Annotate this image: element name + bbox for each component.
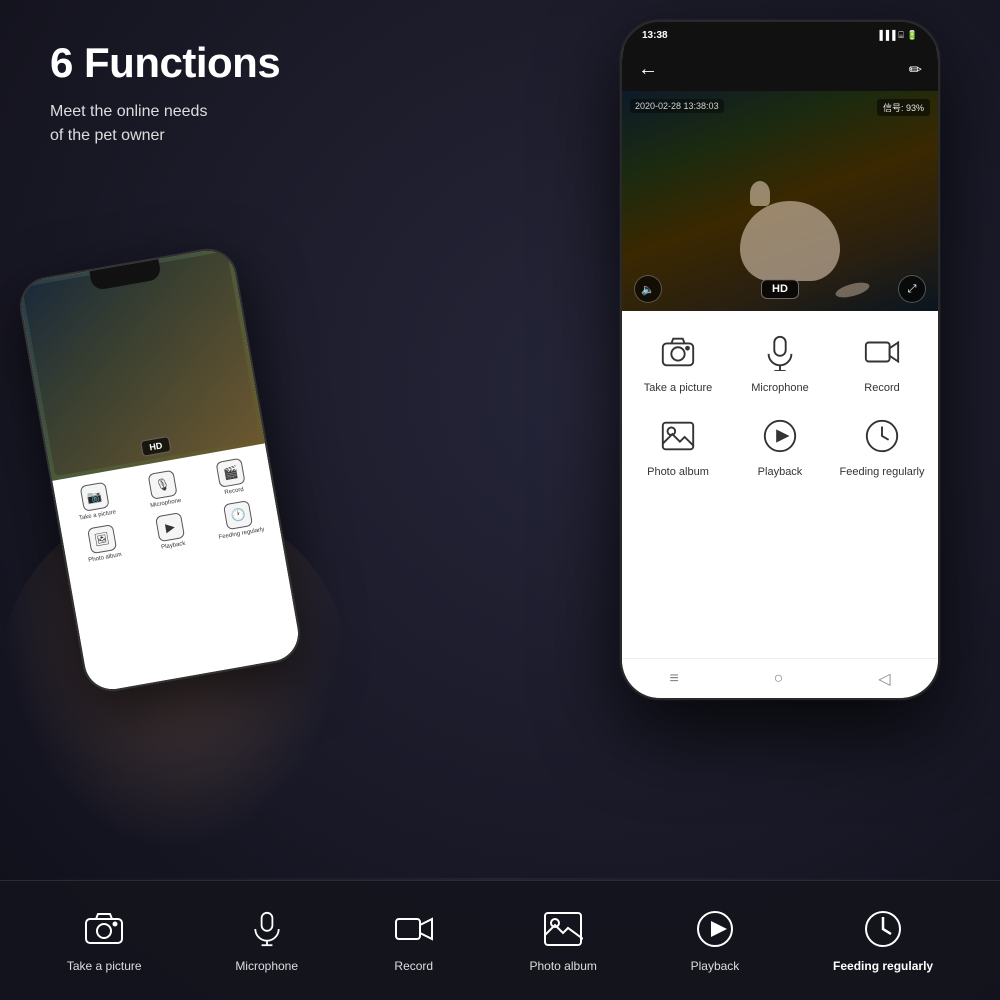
video-feed: 2020-02-28 13:38:03 信号: 93% 🔈 HD ⤢: [622, 91, 938, 311]
func-mic-icon-box: [754, 331, 806, 373]
bottom-record-icon: [392, 907, 436, 951]
bottom-camera-icon: [82, 907, 126, 951]
func-playback-label: Playback: [758, 465, 803, 479]
bottom-playback-icon: [693, 907, 737, 951]
app-header: ← ✏: [622, 48, 938, 91]
func-camera-icon-box: [652, 331, 704, 373]
top-text-section: 6 Functions Meet the online needs of the…: [50, 40, 280, 148]
small-btn-feed: 🕐 Feeding regularly: [206, 497, 272, 542]
feeding-clock-icon: [863, 417, 901, 455]
bottom-photo-icon: [541, 907, 585, 951]
small-photo-icon: 🖼: [87, 524, 117, 554]
fullscreen-button[interactable]: ⤢: [898, 275, 926, 303]
func-microphone[interactable]: Microphone: [734, 331, 826, 395]
small-playback-icon: ▶: [155, 512, 185, 542]
microphone-icon: [761, 333, 799, 371]
video-timestamp: 2020-02-28 13:38:03: [630, 99, 724, 113]
nav-back[interactable]: ◁: [878, 669, 890, 689]
bottom-playback-label: Playback: [691, 959, 740, 975]
func-photo-icon-box: [652, 415, 704, 457]
bottom-func-camera[interactable]: Take a picture: [67, 907, 142, 975]
bottom-bar: Take a picture Microphone: [0, 880, 1000, 1000]
bottom-photo-label: Photo album: [529, 959, 596, 975]
small-feed-icon: 🕐: [223, 500, 253, 530]
small-record-icon: 🎬: [216, 457, 246, 487]
bottom-func-record[interactable]: Record: [392, 907, 436, 975]
bottom-func-feeding[interactable]: Feeding regularly: [833, 907, 933, 975]
func-camera-label: Take a picture: [644, 381, 712, 395]
bottom-mic-icon: [245, 907, 289, 951]
photo-icon: [659, 417, 697, 455]
func-feeding[interactable]: Feeding regularly: [836, 415, 928, 479]
bottom-func-playback[interactable]: Playback: [691, 907, 740, 975]
page-subtitle: Meet the online needs of the pet owner: [50, 100, 280, 148]
func-record-label: Record: [864, 381, 899, 395]
status-bar: 13:38 ▐▐▐ ⌸ 🔋: [622, 22, 938, 48]
small-camera-icon: 📷: [79, 481, 109, 511]
video-controls: 🔈 HD ⤢: [622, 275, 938, 303]
status-icons: ▐▐▐ ⌸ 🔋: [876, 30, 918, 41]
bottom-func-photo[interactable]: Photo album: [529, 907, 596, 975]
signal-bars-icon: ▐▐▐: [876, 30, 895, 40]
small-btn-photo: 🖼 Photo album: [69, 521, 135, 566]
func-record[interactable]: Record: [836, 331, 928, 395]
hd-badge[interactable]: HD: [761, 279, 799, 299]
nav-home[interactable]: ○: [774, 670, 784, 688]
playback-icon: [761, 417, 799, 455]
bottom-feed-label: Feeding regularly: [833, 959, 933, 975]
bottom-func-mic[interactable]: Microphone: [235, 907, 298, 975]
bottom-feed-icon: [861, 907, 905, 951]
bottom-mic-label: Microphone: [235, 959, 298, 975]
camera-icon: [659, 333, 697, 371]
page-title: 6 Functions: [50, 40, 280, 86]
back-button[interactable]: ←: [638, 58, 658, 81]
main-phone-screen: ← ✏ 2020-02-28 13:38:03 信号: 93% 🔈 HD ⤢: [622, 48, 938, 698]
page-content: 6 Functions Meet the online needs of the…: [0, 0, 1000, 1000]
bottom-camera-label: Take a picture: [67, 959, 142, 975]
func-record-icon-box: [856, 331, 908, 373]
bottom-record-label: Record: [394, 959, 433, 975]
small-btn-playback: ▶ Playback: [138, 509, 204, 554]
record-icon: [863, 333, 901, 371]
func-playback[interactable]: Playback: [734, 415, 826, 479]
phone-bottom-nav: ≡ ○ ◁: [622, 658, 938, 698]
small-mic-icon: 🎙: [147, 469, 177, 499]
func-photo[interactable]: Photo album: [632, 415, 724, 479]
func-mic-label: Microphone: [751, 381, 808, 395]
func-playback-icon-box: [754, 415, 806, 457]
video-signal: 信号: 93%: [877, 99, 930, 116]
phone-main: 13:38 ▐▐▐ ⌸ 🔋 ← ✏ 2020-02-28 13:38:03: [620, 20, 940, 700]
small-btn-mic: 🎙 Microphone: [130, 466, 196, 511]
nav-menu[interactable]: ≡: [669, 670, 678, 688]
edit-button[interactable]: ✏: [909, 60, 922, 80]
small-btn-record: 🎬 Record: [198, 454, 264, 499]
small-btn-camera: 📷 Take a picture: [62, 478, 128, 523]
status-time: 13:38: [642, 30, 668, 41]
battery-icon: 🔋: [907, 30, 918, 41]
func-photo-label: Photo album: [647, 465, 709, 479]
func-camera[interactable]: Take a picture: [632, 331, 724, 395]
function-grid: Take a picture Microphone: [622, 311, 938, 500]
func-feed-icon-box: [856, 415, 908, 457]
volume-button[interactable]: 🔈: [634, 275, 662, 303]
wifi-icon: ⌸: [898, 30, 903, 41]
func-feed-label: Feeding regularly: [840, 465, 925, 479]
